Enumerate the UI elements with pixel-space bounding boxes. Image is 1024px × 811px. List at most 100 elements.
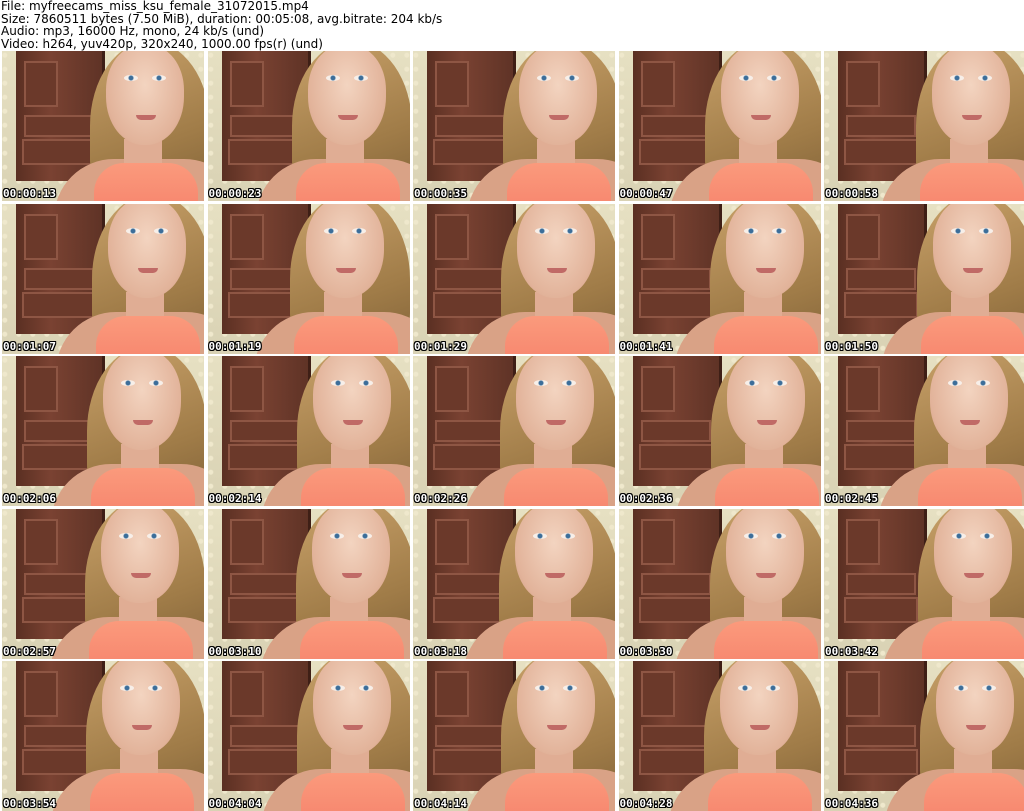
right-eye	[765, 685, 780, 691]
frame-timestamp: 00:02:14	[208, 492, 262, 505]
mouth	[335, 267, 356, 273]
tank-top	[295, 163, 400, 201]
face	[934, 508, 1012, 603]
mouth	[549, 115, 569, 120]
tank-top	[91, 468, 195, 506]
mouth	[136, 115, 156, 120]
video-frame-thumbnail: 00:00:47	[618, 51, 821, 201]
right-eye	[978, 75, 992, 81]
face	[307, 51, 386, 145]
left-eye	[743, 227, 758, 234]
video-frame-thumbnail: 00:00:58	[824, 51, 1024, 201]
right-eye	[357, 532, 372, 539]
frame-timestamp: 00:01:41	[619, 339, 673, 353]
mouth	[546, 420, 566, 425]
tank-top	[90, 773, 194, 811]
wooden-cabinet	[632, 508, 722, 639]
face	[930, 356, 1008, 450]
left-eye	[737, 685, 752, 691]
video-frame-thumbnail: 00:01:50	[824, 203, 1024, 354]
video-frame-thumbnail: 00:01:41	[618, 203, 821, 354]
video-frame-thumbnail: 00:02:26	[413, 356, 615, 506]
video-frame-thumbnail: 00:02:14	[207, 356, 410, 506]
left-eye	[950, 75, 964, 81]
wooden-cabinet	[632, 356, 722, 486]
video-frame-thumbnail: 00:04:04	[207, 661, 410, 811]
left-eye	[738, 75, 753, 81]
frame-timestamp: 00:03:42	[825, 644, 878, 658]
left-eye	[120, 685, 134, 691]
face	[933, 203, 1011, 298]
face	[311, 508, 390, 603]
wooden-cabinet	[838, 661, 927, 791]
right-eye	[358, 380, 373, 386]
face	[515, 508, 593, 603]
right-eye	[152, 75, 166, 81]
left-eye	[124, 75, 138, 81]
face	[720, 51, 799, 145]
mouth	[133, 420, 153, 425]
wooden-cabinet	[838, 508, 927, 639]
mouth	[342, 725, 363, 730]
frame-timestamp: 00:03:10	[208, 644, 262, 658]
right-eye	[565, 75, 579, 81]
right-eye	[561, 532, 575, 539]
frame-timestamp: 00:04:14	[414, 797, 467, 810]
right-eye	[976, 380, 990, 386]
left-eye	[535, 227, 549, 234]
tank-top	[920, 163, 1024, 201]
tank-top	[713, 315, 818, 354]
frame-timestamp: 00:02:57	[3, 644, 56, 658]
left-eye	[323, 227, 338, 234]
tank-top	[89, 620, 193, 659]
video-frame-thumbnail: 00:02:45	[824, 356, 1024, 506]
left-eye	[534, 380, 548, 386]
mouth	[966, 725, 986, 730]
right-eye	[148, 685, 162, 691]
face	[936, 661, 1014, 755]
left-eye	[743, 532, 758, 539]
right-eye	[982, 685, 996, 691]
mouth	[545, 572, 565, 578]
frame-timestamp: 00:04:04	[208, 797, 262, 810]
video-frame-thumbnail: 00:03:30	[618, 508, 821, 659]
video-frame-thumbnail: 00:03:10	[207, 508, 410, 659]
frame-timestamp: 00:04:28	[619, 797, 673, 810]
right-eye	[771, 227, 786, 234]
face	[725, 203, 804, 298]
tank-top	[713, 620, 818, 659]
video-frame-thumbnail: 00:02:57	[2, 508, 204, 659]
mouth	[756, 420, 777, 425]
right-eye	[772, 380, 787, 386]
left-eye	[126, 227, 140, 234]
tank-top	[503, 620, 607, 659]
video-frame-thumbnail: 00:03:54	[2, 661, 204, 811]
left-eye	[952, 532, 966, 539]
left-eye	[951, 227, 965, 234]
right-eye	[563, 227, 577, 234]
right-eye	[351, 227, 366, 234]
frame-timestamp: 00:01:50	[825, 339, 878, 353]
frame-timestamp: 00:01:19	[208, 339, 262, 353]
face	[106, 51, 184, 145]
video-frame-thumbnail: 00:04:28	[618, 661, 821, 811]
wooden-cabinet	[632, 203, 722, 334]
tank-top	[94, 163, 198, 201]
left-eye	[533, 532, 547, 539]
right-eye	[562, 380, 576, 386]
mouth	[138, 267, 158, 273]
face	[102, 661, 180, 755]
video-frame-thumbnail: 00:01:19	[207, 203, 410, 354]
tank-top	[707, 773, 812, 811]
frame-timestamp: 00:03:54	[3, 797, 56, 810]
video-frame-thumbnail: 00:00:13	[2, 51, 204, 201]
right-eye	[353, 75, 368, 81]
tank-top	[505, 773, 609, 811]
video-frame-thumbnail: 00:01:29	[413, 203, 615, 354]
mouth	[547, 725, 567, 730]
mouth	[341, 572, 362, 578]
mouth	[750, 115, 771, 120]
frame-timestamp: 00:03:30	[619, 644, 673, 658]
tank-top	[507, 163, 611, 201]
frame-timestamp: 00:02:06	[3, 492, 56, 505]
